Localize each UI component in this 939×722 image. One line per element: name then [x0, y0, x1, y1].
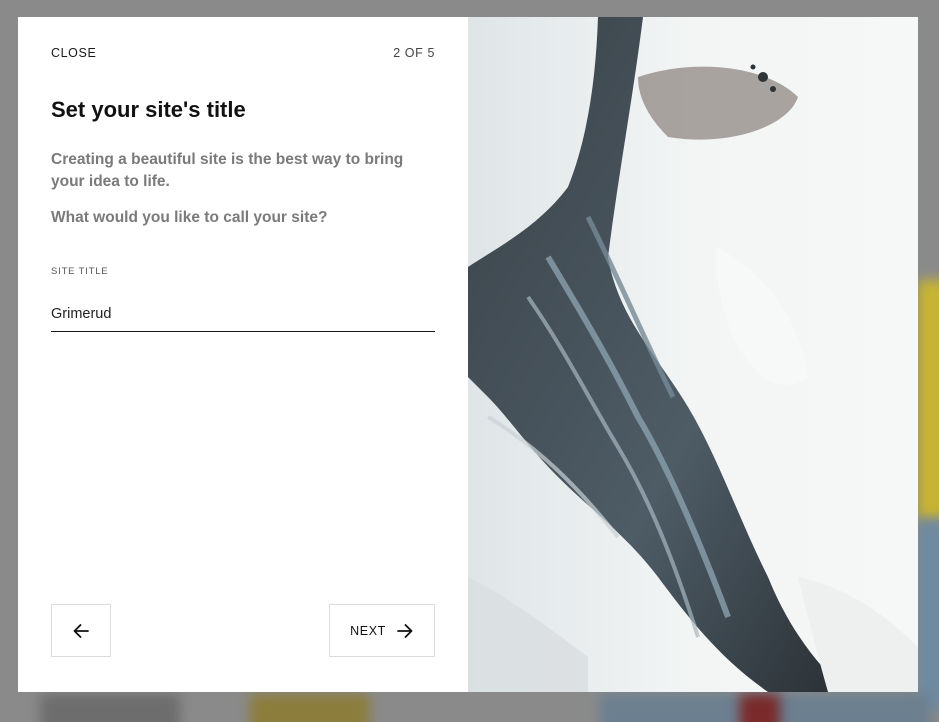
step-indicator: 2 OF 5: [393, 46, 435, 60]
form-panel: CLOSE 2 OF 5 Set your site's title Creat…: [18, 17, 468, 692]
next-button[interactable]: NEXT: [329, 604, 435, 657]
marble-artwork-image: [468, 17, 918, 692]
background-blur: [250, 694, 370, 722]
close-button[interactable]: CLOSE: [51, 46, 96, 60]
back-button[interactable]: [51, 604, 111, 657]
next-button-label: NEXT: [350, 623, 386, 638]
site-title-input[interactable]: [51, 297, 435, 332]
background-blur: [40, 694, 180, 722]
background-blur: [918, 280, 939, 520]
site-title-label: SITE TITLE: [51, 266, 109, 277]
arrow-left-icon: [72, 622, 90, 640]
site-setup-modal: CLOSE 2 OF 5 Set your site's title Creat…: [18, 17, 918, 692]
arrow-right-icon: [396, 622, 414, 640]
background-blur: [740, 694, 780, 722]
page-title: Set your site's title: [51, 97, 246, 122]
background-blur: [918, 520, 939, 710]
question-text: What would you like to call your site?: [51, 209, 328, 226]
description-text: Creating a beautiful site is the best wa…: [51, 151, 404, 190]
